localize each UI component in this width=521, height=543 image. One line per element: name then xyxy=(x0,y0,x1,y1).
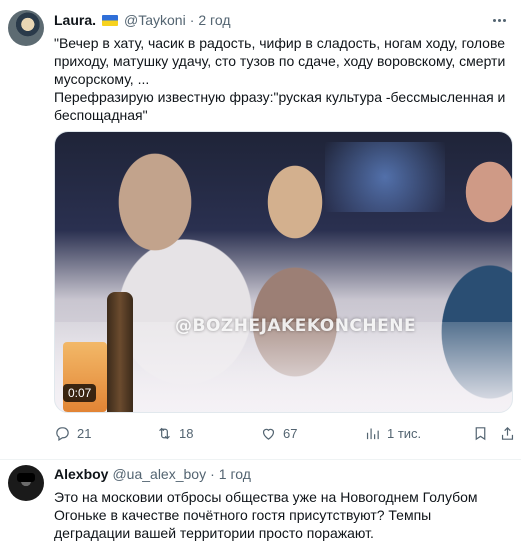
reply-button[interactable]: 21 xyxy=(54,425,91,442)
tweet-text-line: "Вечер в хату, часик в радость, чифир в … xyxy=(54,35,506,87)
reply-count: 21 xyxy=(77,426,92,441)
avatar[interactable] xyxy=(8,10,44,46)
separator: · xyxy=(210,466,215,482)
reply-header: Alexboy @ua_alex_boy · 1 год xyxy=(54,466,251,482)
views-icon xyxy=(366,428,379,440)
like-count: 67 xyxy=(283,426,298,441)
video-player[interactable]: @BOZHEJAKEKONCHENE 0:07 xyxy=(54,131,513,413)
separator: · xyxy=(189,12,195,28)
ukraine-flag-icon xyxy=(102,14,119,26)
bookmark-button[interactable] xyxy=(472,425,489,442)
share-icon xyxy=(501,426,514,440)
tweet[interactable]: Laura. @Taykoni · 2 год "Вечер в хату, ч… xyxy=(0,0,521,460)
views-count: 1 тис. xyxy=(387,426,422,441)
tweet-text: "Вечер в хату, часик в радость, чифир в … xyxy=(54,34,509,124)
more-icon[interactable] xyxy=(489,12,509,28)
action-bar: 21 18 67 1 тис. xyxy=(54,425,516,445)
tweet-header: Laura. @Taykoni · 2 год xyxy=(54,12,231,28)
retweet-button[interactable]: 18 xyxy=(156,425,193,442)
timestamp[interactable]: 2 год xyxy=(198,12,230,28)
video-watermark: @BOZHEJAKEKONCHENE xyxy=(175,316,417,336)
bottle xyxy=(107,292,133,412)
bookmark-icon xyxy=(475,427,486,441)
share-button[interactable] xyxy=(499,425,516,442)
retweet-icon xyxy=(159,427,170,440)
tweet-text-line: Перефразирую известную фразу:"руская кул… xyxy=(54,89,506,123)
video-duration: 0:07 xyxy=(63,384,97,402)
author-name[interactable]: Laura. xyxy=(54,12,96,28)
author-handle[interactable]: @Taykoni xyxy=(124,12,186,28)
stage-light xyxy=(325,142,445,212)
retweet-count: 18 xyxy=(179,426,194,441)
author-handle[interactable]: @ua_alex_boy xyxy=(112,466,206,482)
timestamp[interactable]: 1 год xyxy=(219,466,251,482)
author-name[interactable]: Alexboy xyxy=(54,466,108,482)
reply-icon xyxy=(56,427,69,441)
views-button[interactable]: 1 тис. xyxy=(364,425,421,442)
reply-text: Это на московии отбросы общества уже на … xyxy=(54,489,478,541)
like-icon xyxy=(262,428,275,440)
like-button[interactable]: 67 xyxy=(260,425,297,442)
avatar[interactable] xyxy=(8,465,44,501)
